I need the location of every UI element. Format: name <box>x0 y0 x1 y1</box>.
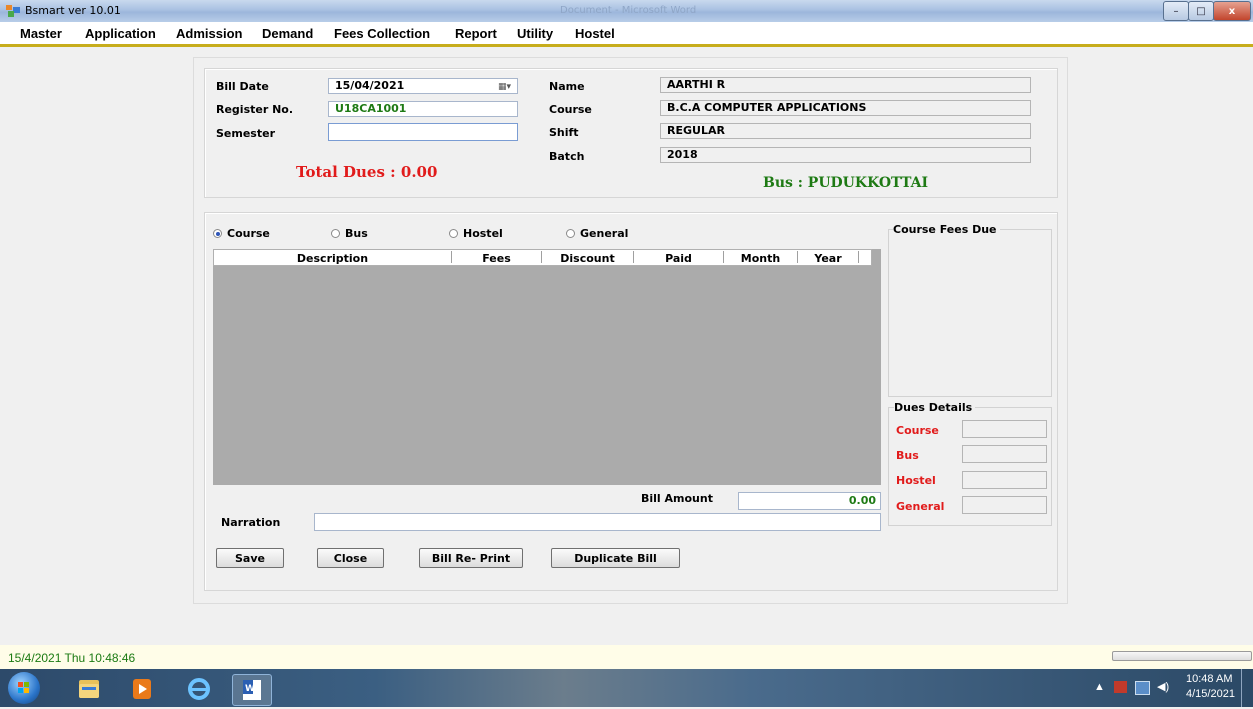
dues-general-field <box>962 496 1047 514</box>
bill-date-label: Bill Date <box>216 80 269 93</box>
shift-field: REGULAR <box>660 123 1031 139</box>
media-player-taskbar-button[interactable] <box>123 674 161 704</box>
action-center-flag-icon[interactable] <box>1114 681 1127 693</box>
minimize-button[interactable]: – <box>1163 1 1189 21</box>
save-button[interactable]: Save <box>216 548 284 568</box>
bill-amount-label: Bill Amount <box>641 492 713 505</box>
svg-text:W: W <box>245 684 255 694</box>
dues-hostel-label: Hostel <box>896 474 936 487</box>
menu-report[interactable]: Report <box>455 26 497 41</box>
menu-application[interactable]: Application <box>85 26 156 41</box>
maximize-icon: □ <box>1196 5 1206 17</box>
shift-label: Shift <box>549 126 579 139</box>
dues-bus-label: Bus <box>896 449 919 462</box>
bus-route-text: Bus : PUDUKKOTTAI <box>763 175 929 191</box>
fees-grid[interactable] <box>213 249 881 485</box>
radio-course-label: Course <box>227 227 270 240</box>
col-paid[interactable]: Paid <box>634 252 723 265</box>
batch-field: 2018 <box>660 147 1031 163</box>
word-icon: W <box>243 680 261 700</box>
name-label: Name <box>549 80 585 93</box>
taskbar: W ▲ ◀) 10:48 AM 4/15/2021 <box>0 669 1253 707</box>
col-discount[interactable]: Discount <box>542 252 633 265</box>
taskbar-clock-date[interactable]: 4/15/2021 <box>1186 688 1235 700</box>
radio-course-dot[interactable] <box>213 229 222 238</box>
narration-input[interactable] <box>314 513 881 531</box>
menu-master[interactable]: Master <box>20 26 62 41</box>
show-desktop-button[interactable] <box>1241 669 1253 707</box>
col-description[interactable]: Description <box>214 252 451 265</box>
menu-fees-collection[interactable]: Fees Collection <box>334 26 430 41</box>
col-month[interactable]: Month <box>724 252 797 265</box>
menu-admission[interactable]: Admission <box>176 26 242 41</box>
dues-details-title: Dues Details <box>894 401 976 414</box>
bill-date-picker[interactable]: 15/04/2021 ▦▾ <box>328 78 518 94</box>
window-title: Bsmart ver 10.01 <box>25 4 121 17</box>
duplicate-bill-button[interactable]: Duplicate Bill <box>551 548 680 568</box>
bill-reprint-button[interactable]: Bill Re- Print <box>419 548 523 568</box>
fees-grid-header: Description Fees Discount Paid Month Yea… <box>213 249 872 266</box>
radio-general-dot[interactable] <box>566 229 575 238</box>
windows-logo-icon <box>18 682 29 693</box>
dues-general-label: General <box>896 500 945 513</box>
dues-hostel-field <box>962 471 1047 489</box>
col-year[interactable]: Year <box>798 252 858 265</box>
col-separator <box>858 251 859 263</box>
close-icon: x <box>1228 5 1236 17</box>
menu-bar: Master Application Admission Demand Fees… <box>0 22 1253 47</box>
semester-label: Semester <box>216 127 275 140</box>
semester-input[interactable] <box>328 123 518 141</box>
course-field: B.C.A COMPUTER APPLICATIONS <box>660 100 1031 116</box>
batch-label: Batch <box>549 150 585 163</box>
radio-general-label: General <box>580 227 629 240</box>
course-fees-due-title: Course Fees Due <box>893 223 1000 236</box>
app-icon <box>6 5 20 17</box>
menu-demand[interactable]: Demand <box>262 26 313 41</box>
progress-bar <box>1112 651 1252 661</box>
name-field: AARTHI R <box>660 77 1031 93</box>
menu-utility[interactable]: Utility <box>517 26 553 41</box>
calendar-dropdown-icon[interactable]: ▦▾ <box>498 80 511 94</box>
start-button[interactable] <box>8 672 40 704</box>
dues-course-field <box>962 420 1047 438</box>
course-label: Course <box>549 103 592 116</box>
radio-hostel-label: Hostel <box>463 227 503 240</box>
volume-icon[interactable]: ◀) <box>1157 680 1169 693</box>
radio-bus-dot[interactable] <box>331 229 340 238</box>
media-player-icon <box>133 679 151 699</box>
status-datetime: 15/4/2021 Thu 10:48:46 <box>8 651 136 665</box>
close-button[interactable]: Close <box>317 548 384 568</box>
narration-label: Narration <box>221 516 281 529</box>
total-dues-text: Total Dues : 0.00 <box>296 163 438 181</box>
course-fees-due-box <box>888 229 1052 397</box>
register-no-label: Register No. <box>216 103 294 116</box>
word-taskbar-button[interactable]: W <box>232 674 272 706</box>
col-fees[interactable]: Fees <box>452 252 541 265</box>
explorer-taskbar-button[interactable] <box>70 674 108 704</box>
background-window-title: Document - Microsoft Word <box>560 5 697 16</box>
taskbar-clock-time[interactable]: 10:48 AM <box>1186 673 1232 685</box>
internet-explorer-taskbar-button[interactable] <box>180 674 218 704</box>
radio-hostel-dot[interactable] <box>449 229 458 238</box>
status-bar: 15/4/2021 Thu 10:48:46 <box>0 645 1253 669</box>
minimize-icon: – <box>1173 5 1179 17</box>
close-window-button[interactable]: x <box>1213 1 1251 21</box>
dues-course-label: Course <box>896 424 939 437</box>
bill-amount-field: 0.00 <box>738 492 881 510</box>
register-no-input[interactable]: U18CA1001 <box>328 101 518 117</box>
title-bar: Bsmart ver 10.01 Document - Microsoft Wo… <box>0 0 1253 22</box>
internet-explorer-icon <box>188 678 210 700</box>
folder-icon <box>79 680 99 698</box>
maximize-button[interactable]: □ <box>1188 1 1214 21</box>
network-icon[interactable] <box>1135 681 1150 695</box>
bill-date-value: 15/04/2021 <box>335 79 405 92</box>
menu-hostel[interactable]: Hostel <box>575 26 615 41</box>
dues-bus-field <box>962 445 1047 463</box>
show-hidden-icons-arrow[interactable]: ▲ <box>1094 681 1105 693</box>
radio-bus-label: Bus <box>345 227 368 240</box>
